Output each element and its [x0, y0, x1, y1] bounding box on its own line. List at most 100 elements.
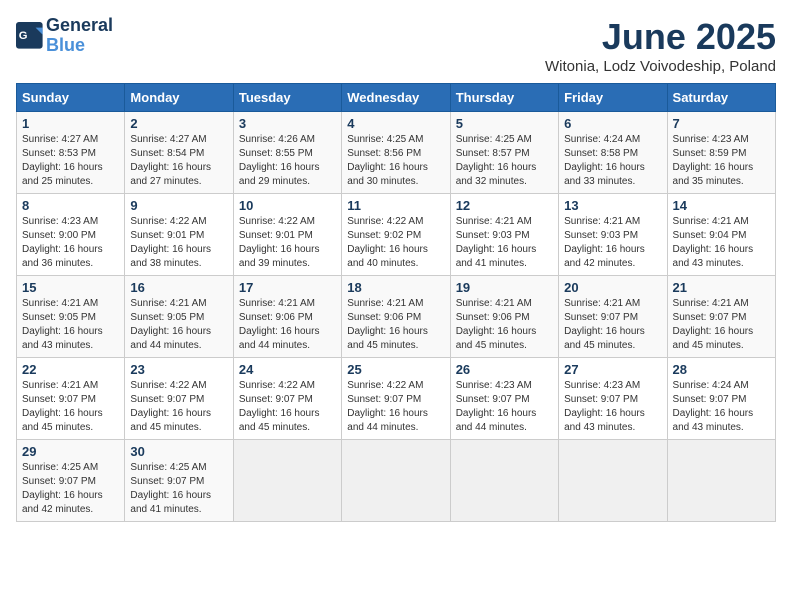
- day-info: Sunrise: 4:23 AM Sunset: 9:00 PM Dayligh…: [22, 215, 119, 271]
- day-info: Sunrise: 4:25 AM Sunset: 9:07 PM Dayligh…: [130, 461, 227, 517]
- day-number: 26: [456, 362, 553, 377]
- day-number: 27: [564, 362, 661, 377]
- calendar-cell: 28 Sunrise: 4:24 AM Sunset: 9:07 PM Dayli…: [667, 358, 775, 440]
- calendar-row: 8 Sunrise: 4:23 AM Sunset: 9:00 PM Daylig…: [17, 194, 776, 276]
- calendar-cell: 12 Sunrise: 4:21 AM Sunset: 9:03 PM Dayli…: [450, 194, 558, 276]
- day-number: 14: [673, 198, 770, 213]
- logo-icon: G: [16, 22, 44, 50]
- day-info: Sunrise: 4:24 AM Sunset: 9:07 PM Dayligh…: [673, 379, 770, 435]
- calendar-cell: 2Sunrise: 4:27 AM Sunset: 8:54 PM Daylig…: [125, 112, 233, 194]
- day-info: Sunrise: 4:22 AM Sunset: 9:07 PM Dayligh…: [130, 379, 227, 435]
- calendar-title: June 2025: [545, 16, 776, 58]
- day-number: 23: [130, 362, 227, 377]
- day-number: 6: [564, 116, 661, 131]
- calendar-cell: 19Sunrise: 4:21 AM Sunset: 9:06 PM Dayli…: [450, 276, 558, 358]
- day-info: Sunrise: 4:23 AM Sunset: 8:59 PM Dayligh…: [673, 133, 770, 189]
- calendar-cell: [450, 440, 558, 522]
- day-info: Sunrise: 4:27 AM Sunset: 8:53 PM Dayligh…: [22, 133, 119, 189]
- calendar-cell: 20Sunrise: 4:21 AM Sunset: 9:07 PM Dayli…: [559, 276, 667, 358]
- logo: G General Blue: [16, 16, 113, 56]
- day-info: Sunrise: 4:21 AM Sunset: 9:03 PM Dayligh…: [564, 215, 661, 271]
- day-number: 25: [347, 362, 444, 377]
- calendar-cell: 4 Sunrise: 4:25 AM Sunset: 8:56 PM Daylig…: [342, 112, 450, 194]
- day-number: 21: [673, 280, 770, 295]
- day-number: 28: [673, 362, 770, 377]
- calendar-cell: 16 Sunrise: 4:21 AM Sunset: 9:05 PM Dayli…: [125, 276, 233, 358]
- svg-text:G: G: [19, 30, 28, 42]
- day-number: 2: [130, 116, 227, 131]
- calendar-cell: [233, 440, 341, 522]
- calendar-cell: 18 Sunrise: 4:21 AM Sunset: 9:06 PM Dayli…: [342, 276, 450, 358]
- day-number: 19: [456, 280, 553, 295]
- day-info: Sunrise: 4:21 AM Sunset: 9:07 PM Dayligh…: [673, 297, 770, 353]
- day-info: Sunrise: 4:26 AM Sunset: 8:55 PM Dayligh…: [239, 133, 336, 189]
- day-number: 12: [456, 198, 553, 213]
- calendar-row: 15 Sunrise: 4:21 AM Sunset: 9:05 PM Dayli…: [17, 276, 776, 358]
- day-info: Sunrise: 4:23 AM Sunset: 9:07 PM Dayligh…: [456, 379, 553, 435]
- calendar-row: 1 Sunrise: 4:27 AM Sunset: 8:53 PM Daylig…: [17, 112, 776, 194]
- calendar-cell: 24 Sunrise: 4:22 AM Sunset: 9:07 PM Dayli…: [233, 358, 341, 440]
- day-number: 3: [239, 116, 336, 131]
- day-number: 5: [456, 116, 553, 131]
- calendar-table: Sunday Monday Tuesday Wednesday Thursday…: [16, 83, 776, 522]
- calendar-cell: 27Sunrise: 4:23 AM Sunset: 9:07 PM Dayli…: [559, 358, 667, 440]
- day-info: Sunrise: 4:22 AM Sunset: 9:01 PM Dayligh…: [130, 215, 227, 271]
- day-number: 7: [673, 116, 770, 131]
- day-number: 11: [347, 198, 444, 213]
- calendar-cell: 30 Sunrise: 4:25 AM Sunset: 9:07 PM Dayli…: [125, 440, 233, 522]
- calendar-cell: 17Sunrise: 4:21 AM Sunset: 9:06 PM Dayli…: [233, 276, 341, 358]
- day-info: Sunrise: 4:21 AM Sunset: 9:04 PM Dayligh…: [673, 215, 770, 271]
- col-friday: Friday: [559, 84, 667, 112]
- col-thursday: Thursday: [450, 84, 558, 112]
- day-info: Sunrise: 4:22 AM Sunset: 9:07 PM Dayligh…: [347, 379, 444, 435]
- day-number: 30: [130, 444, 227, 459]
- day-number: 4: [347, 116, 444, 131]
- day-info: Sunrise: 4:25 AM Sunset: 8:56 PM Dayligh…: [347, 133, 444, 189]
- day-info: Sunrise: 4:22 AM Sunset: 9:07 PM Dayligh…: [239, 379, 336, 435]
- day-number: 17: [239, 280, 336, 295]
- calendar-subtitle: Witonia, Lodz Voivodeship, Poland: [545, 58, 776, 75]
- day-number: 20: [564, 280, 661, 295]
- col-monday: Monday: [125, 84, 233, 112]
- calendar-cell: 15 Sunrise: 4:21 AM Sunset: 9:05 PM Dayli…: [17, 276, 125, 358]
- logo-text: General Blue: [46, 16, 113, 56]
- day-info: Sunrise: 4:21 AM Sunset: 9:03 PM Dayligh…: [456, 215, 553, 271]
- calendar-cell: 21 Sunrise: 4:21 AM Sunset: 9:07 PM Dayli…: [667, 276, 775, 358]
- calendar-cell: 1 Sunrise: 4:27 AM Sunset: 8:53 PM Daylig…: [17, 112, 125, 194]
- calendar-cell: [667, 440, 775, 522]
- page-header: G General Blue June 2025 Witonia, Lodz V…: [16, 16, 776, 75]
- calendar-cell: 9Sunrise: 4:22 AM Sunset: 9:01 PM Daylig…: [125, 194, 233, 276]
- calendar-cell: [559, 440, 667, 522]
- day-number: 24: [239, 362, 336, 377]
- calendar-row: 22 Sunrise: 4:21 AM Sunset: 9:07 PM Dayli…: [17, 358, 776, 440]
- day-number: 8: [22, 198, 119, 213]
- day-number: 22: [22, 362, 119, 377]
- col-sunday: Sunday: [17, 84, 125, 112]
- calendar-cell: 25 Sunrise: 4:22 AM Sunset: 9:07 PM Dayli…: [342, 358, 450, 440]
- calendar-cell: 3 Sunrise: 4:26 AM Sunset: 8:55 PM Daylig…: [233, 112, 341, 194]
- day-number: 29: [22, 444, 119, 459]
- day-info: Sunrise: 4:21 AM Sunset: 9:05 PM Dayligh…: [130, 297, 227, 353]
- day-number: 1: [22, 116, 119, 131]
- calendar-cell: 5 Sunrise: 4:25 AM Sunset: 8:57 PM Daylig…: [450, 112, 558, 194]
- day-info: Sunrise: 4:21 AM Sunset: 9:07 PM Dayligh…: [22, 379, 119, 435]
- day-info: Sunrise: 4:25 AM Sunset: 9:07 PM Dayligh…: [22, 461, 119, 517]
- col-tuesday: Tuesday: [233, 84, 341, 112]
- calendar-row: 29 Sunrise: 4:25 AM Sunset: 9:07 PM Dayli…: [17, 440, 776, 522]
- day-info: Sunrise: 4:22 AM Sunset: 9:01 PM Dayligh…: [239, 215, 336, 271]
- calendar-cell: 10Sunrise: 4:22 AM Sunset: 9:01 PM Dayli…: [233, 194, 341, 276]
- calendar-cell: 8 Sunrise: 4:23 AM Sunset: 9:00 PM Daylig…: [17, 194, 125, 276]
- calendar-cell: 14 Sunrise: 4:21 AM Sunset: 9:04 PM Dayli…: [667, 194, 775, 276]
- day-info: Sunrise: 4:24 AM Sunset: 8:58 PM Dayligh…: [564, 133, 661, 189]
- day-number: 18: [347, 280, 444, 295]
- day-number: 16: [130, 280, 227, 295]
- calendar-cell: 13Sunrise: 4:21 AM Sunset: 9:03 PM Dayli…: [559, 194, 667, 276]
- title-block: June 2025 Witonia, Lodz Voivodeship, Pol…: [545, 16, 776, 75]
- day-number: 15: [22, 280, 119, 295]
- day-info: Sunrise: 4:21 AM Sunset: 9:05 PM Dayligh…: [22, 297, 119, 353]
- col-saturday: Saturday: [667, 84, 775, 112]
- day-info: Sunrise: 4:25 AM Sunset: 8:57 PM Dayligh…: [456, 133, 553, 189]
- calendar-cell: [342, 440, 450, 522]
- calendar-cell: 11Sunrise: 4:22 AM Sunset: 9:02 PM Dayli…: [342, 194, 450, 276]
- day-info: Sunrise: 4:21 AM Sunset: 9:06 PM Dayligh…: [347, 297, 444, 353]
